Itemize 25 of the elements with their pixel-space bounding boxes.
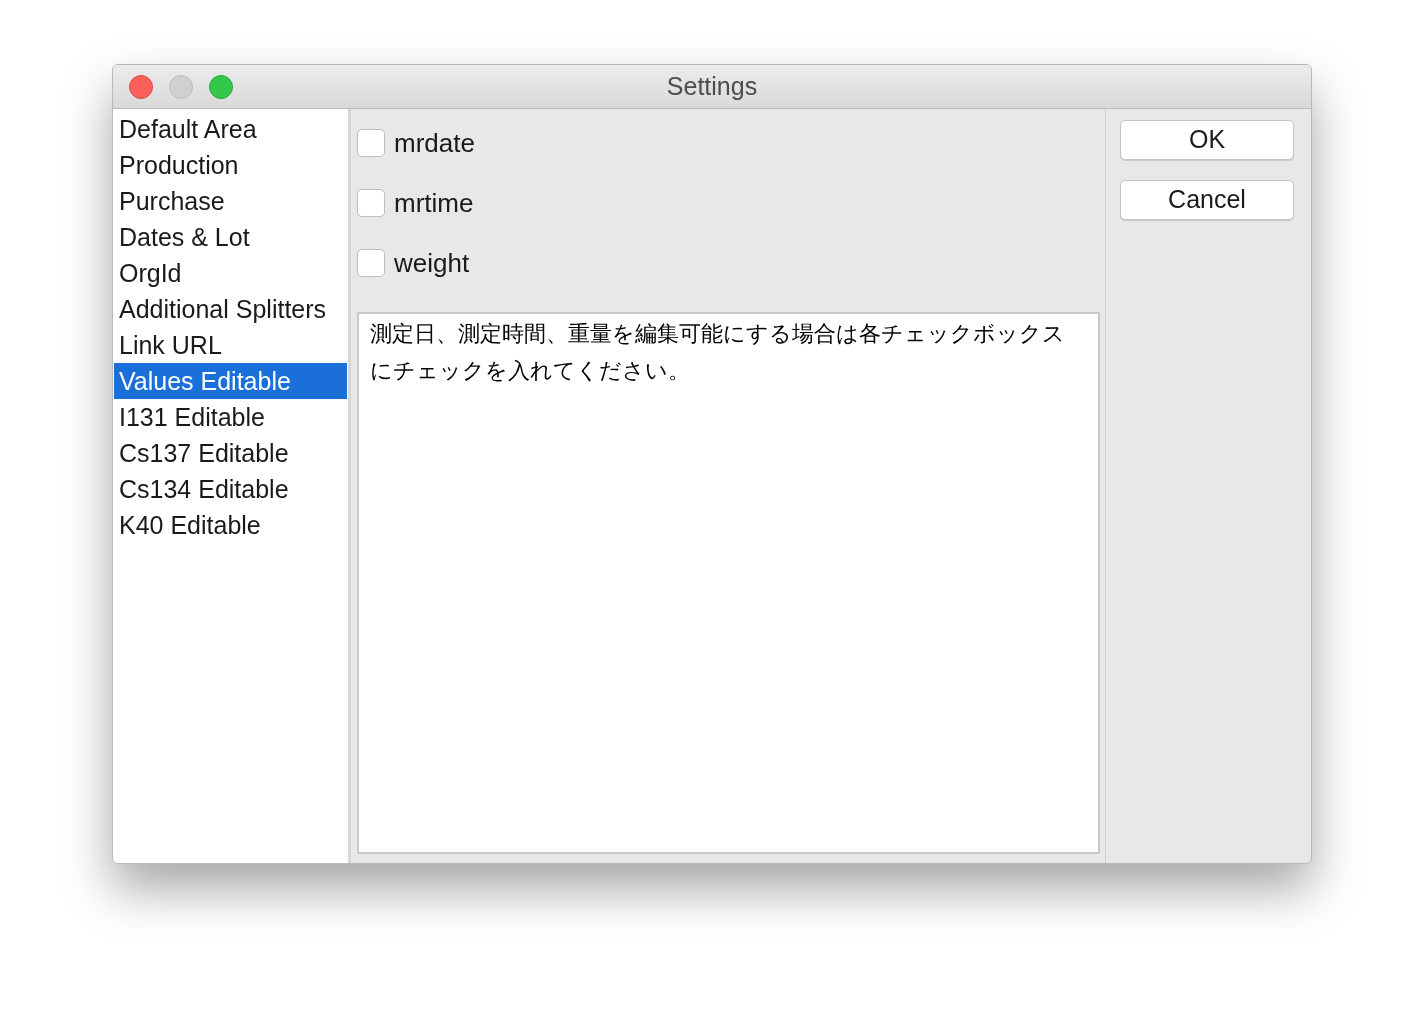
sidebar-item[interactable]: Link URL: [114, 327, 347, 363]
dialog-button[interactable]: Cancel: [1120, 180, 1294, 220]
sidebar-item[interactable]: Production: [114, 147, 347, 183]
sidebar-item[interactable]: Cs137 Editable: [114, 435, 347, 471]
sidebar-item[interactable]: K40 Editable: [114, 507, 347, 543]
sidebar-item[interactable]: Cs134 Editable: [114, 471, 347, 507]
description-text-area[interactable]: 測定日、測定時間、重量を編集可能にする場合は各チェックボックスにチェックを入れてください。: [357, 312, 1100, 854]
checkbox-label[interactable]: mrtime: [394, 186, 474, 220]
zoom-button[interactable]: [209, 75, 233, 99]
sidebar-item[interactable]: Default Area: [114, 111, 347, 147]
checkbox[interactable]: [357, 189, 385, 217]
sidebar-item[interactable]: I131 Editable: [114, 399, 347, 435]
checkbox[interactable]: [357, 129, 385, 157]
window-title: Settings: [666, 70, 758, 102]
checkbox[interactable]: [357, 249, 385, 277]
minimize-button[interactable]: [169, 75, 193, 99]
dialog-button[interactable]: OK: [1120, 120, 1294, 160]
sidebar-item[interactable]: Values Editable: [114, 363, 347, 399]
sidebar-item[interactable]: Purchase: [114, 183, 347, 219]
sidebar-item[interactable]: Additional Splitters: [114, 291, 347, 327]
checkbox-label[interactable]: weight: [394, 246, 470, 280]
checkbox-label[interactable]: mrdate: [394, 126, 475, 160]
sidebar-item[interactable]: OrgId: [114, 255, 347, 291]
sidebar-item[interactable]: Dates & Lot: [114, 219, 347, 255]
close-button[interactable]: [129, 75, 153, 99]
